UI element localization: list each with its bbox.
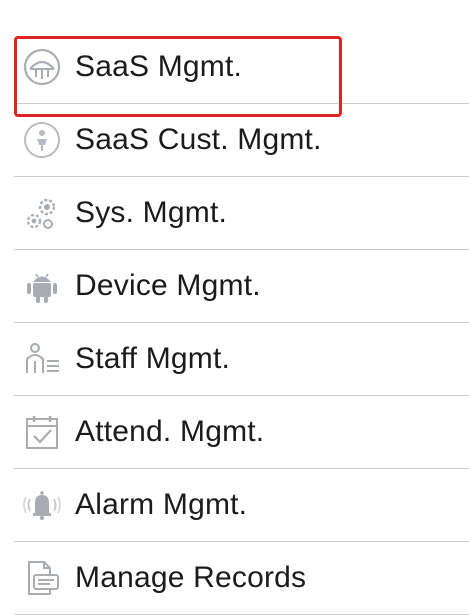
customer-icon bbox=[19, 117, 65, 163]
menu-item-label: Staff Mgmt. bbox=[75, 342, 231, 375]
menu-item-alarm-mgmt[interactable]: Alarm Mgmt. bbox=[14, 469, 469, 542]
menu-item-label: Sys. Mgmt. bbox=[75, 196, 228, 229]
saas-icon bbox=[19, 44, 65, 90]
menu-item-label: SaaS Cust. Mgmt. bbox=[75, 123, 322, 156]
android-icon bbox=[19, 263, 65, 309]
calendar-check-icon bbox=[19, 409, 65, 455]
menu-item-sys-mgmt[interactable]: Sys. Mgmt. bbox=[14, 177, 469, 250]
menu-item-device-mgmt[interactable]: Device Mgmt. bbox=[14, 250, 469, 323]
menu-item-label: SaaS Mgmt. bbox=[75, 50, 243, 83]
menu-item-label: Device Mgmt. bbox=[75, 269, 261, 302]
menu-item-saas-mgmt[interactable]: SaaS Mgmt. bbox=[14, 31, 469, 104]
menu-item-label: Attend. Mgmt. bbox=[75, 415, 265, 448]
menu-item-attend-mgmt[interactable]: Attend. Mgmt. bbox=[14, 396, 469, 469]
menu-item-label: Manage Records bbox=[75, 561, 307, 594]
menu-item-saas-cust-mgmt[interactable]: SaaS Cust. Mgmt. bbox=[14, 104, 469, 177]
staff-icon bbox=[19, 336, 65, 382]
gears-icon bbox=[19, 190, 65, 236]
menu-item-staff-mgmt[interactable]: Staff Mgmt. bbox=[14, 323, 469, 396]
records-icon bbox=[19, 555, 65, 601]
alarm-bell-icon bbox=[19, 482, 65, 528]
menu-item-manage-records[interactable]: Manage Records bbox=[14, 542, 469, 615]
side-menu: SaaS Mgmt. SaaS Cust. Mgmt. Sys. Mgmt. D… bbox=[14, 31, 469, 615]
menu-item-label: Alarm Mgmt. bbox=[75, 488, 248, 521]
